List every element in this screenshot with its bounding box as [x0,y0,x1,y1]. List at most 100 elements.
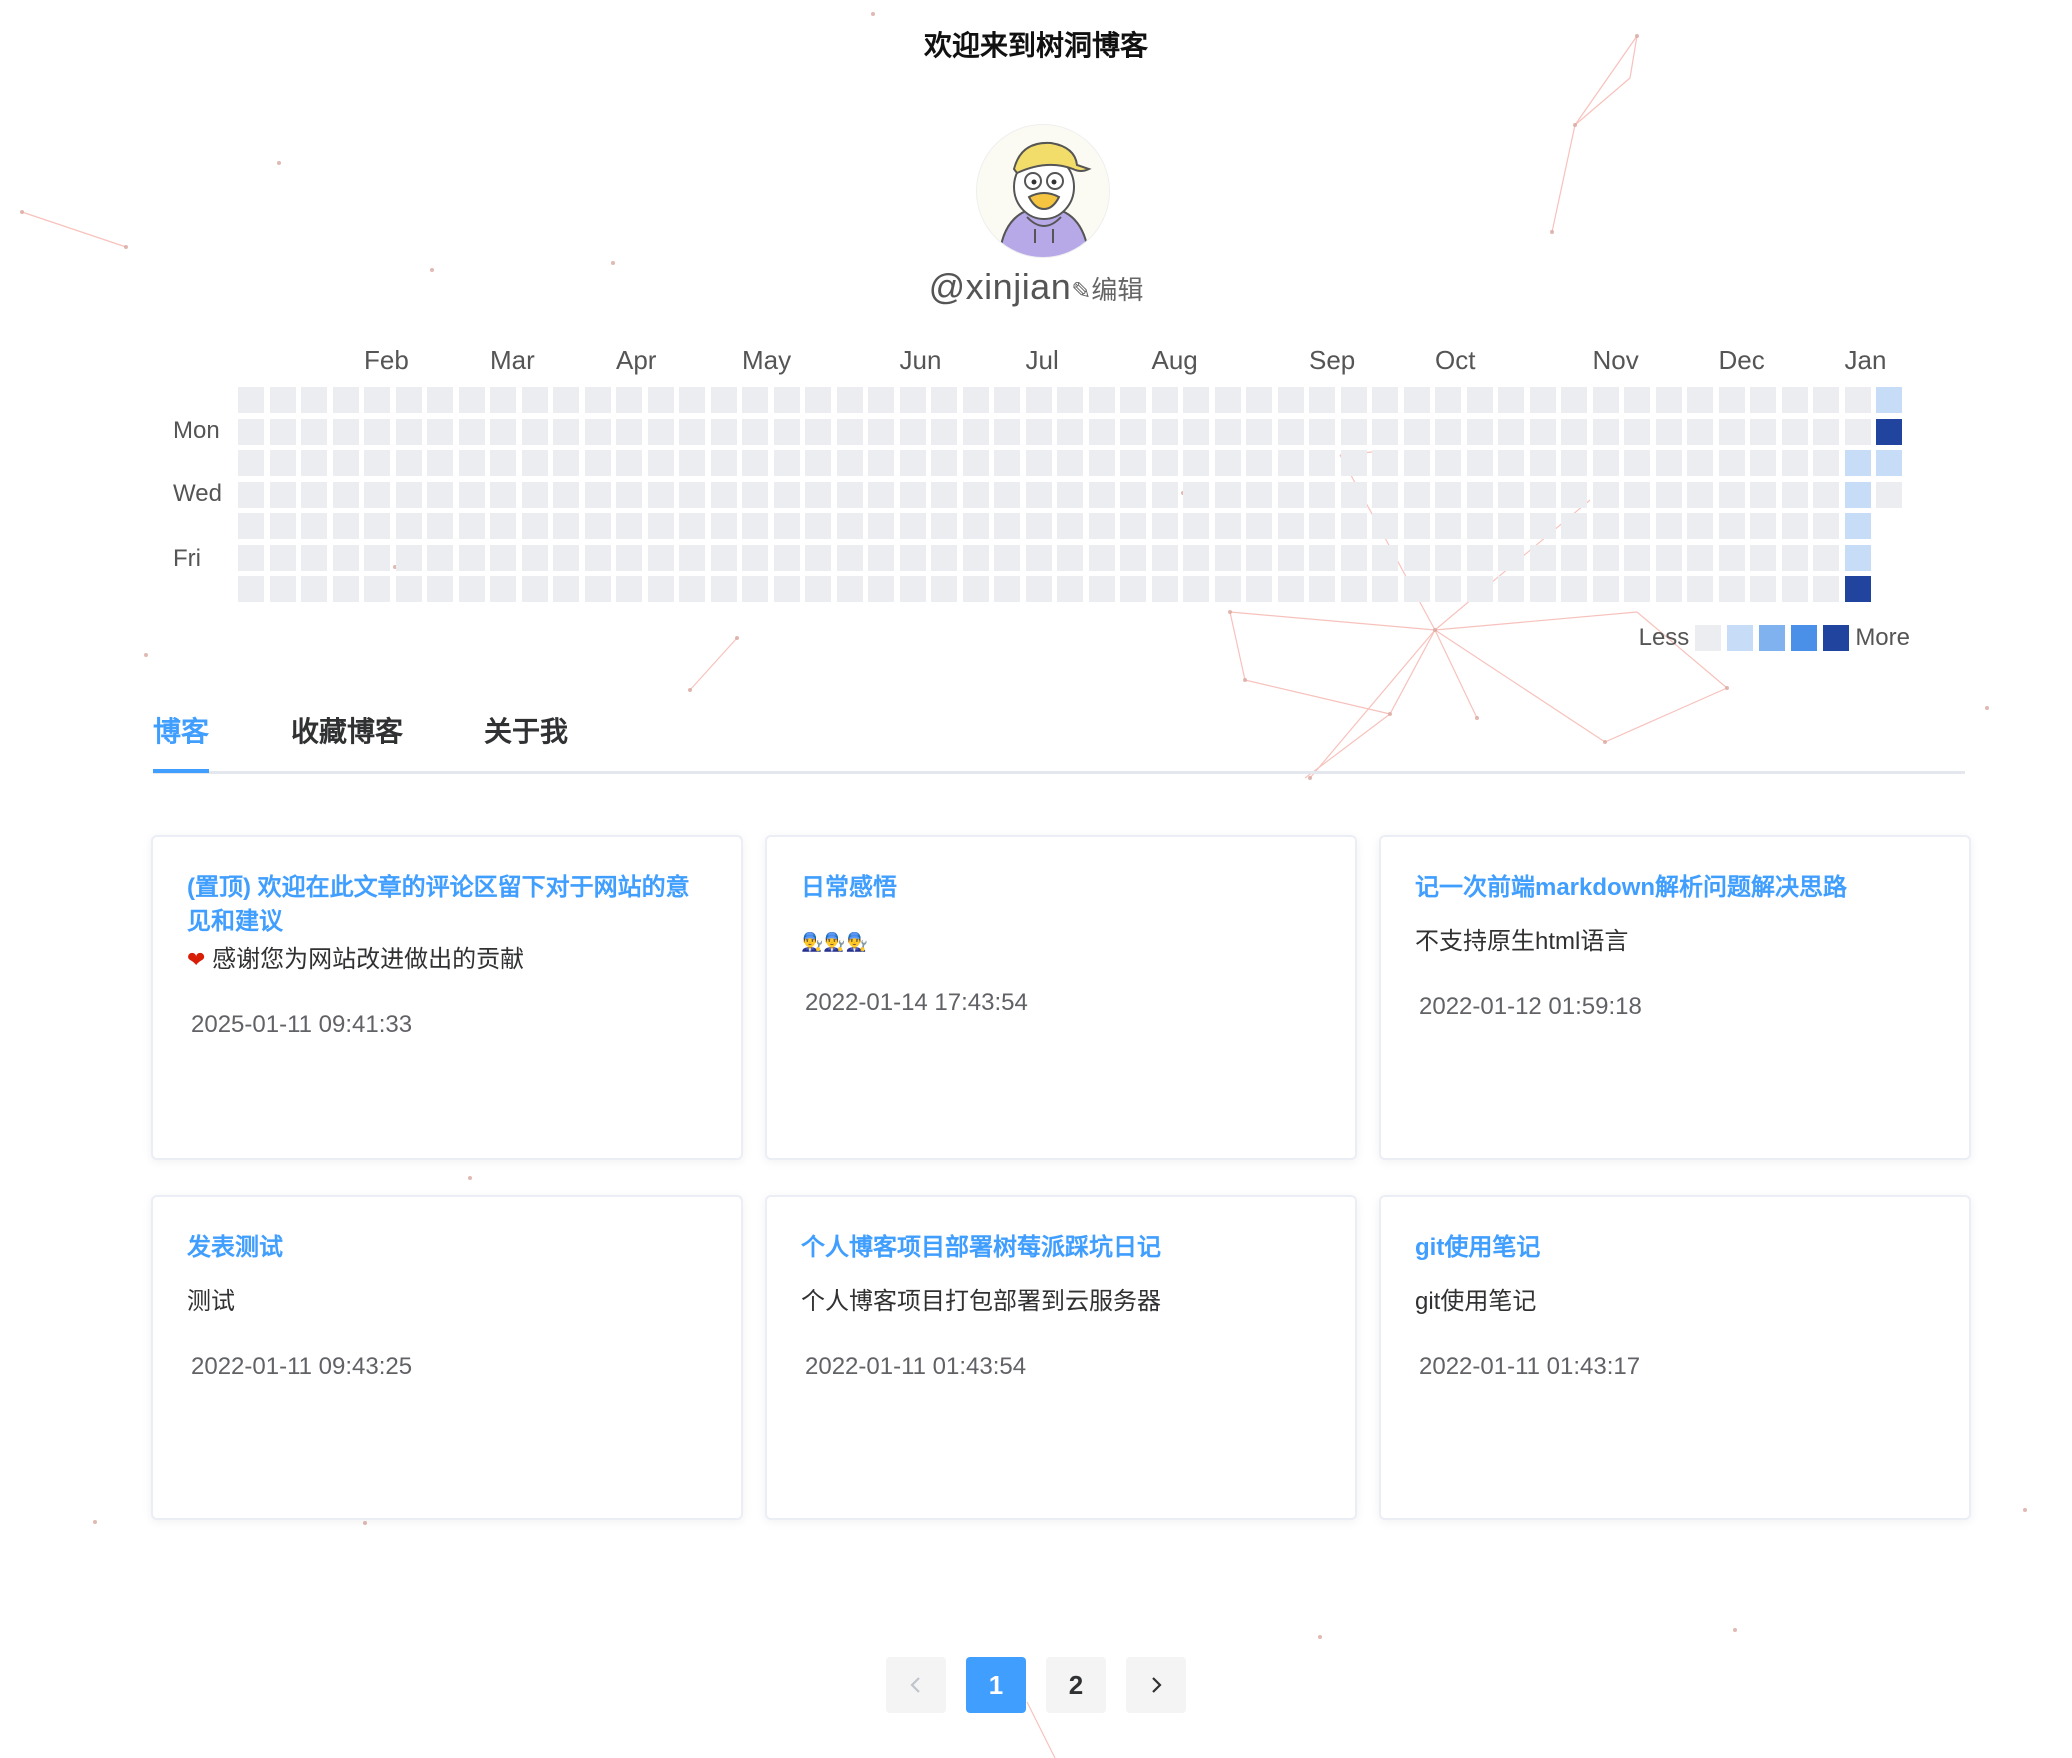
post-card[interactable]: 发表测试 测试 2022-01-11 09:43:25 [151,1195,743,1520]
legend-swatch [1759,625,1786,651]
heatmap-cell [1844,576,1871,602]
heatmap-cell [1435,418,1461,445]
edit-profile-link[interactable]: 编辑 [1091,275,1143,305]
heatmap-cell [1435,450,1461,476]
heatmap-cell [1403,513,1430,539]
heatmap-cell [1403,387,1430,413]
heatmap-cell [364,481,390,508]
heatmap-cell [1088,544,1115,571]
post-card[interactable]: 记一次前端markdown解析问题解决思路 不支持原生html语言 2022-0… [1379,835,1971,1160]
tab-favorites[interactable]: 收藏博客 [291,710,403,766]
heatmap-cell [994,513,1020,539]
heatmap-cell [458,481,485,508]
heatmap-cell [1057,387,1083,413]
heatmap-cell [679,513,705,539]
heatmap-cell [1844,450,1871,476]
heatmap-cell [616,418,642,445]
pagination: 1 2 [0,1657,2072,1713]
heatmap-cell [1120,387,1146,413]
post-summary: 个人博客项目打包部署到云服务器 [801,1288,1161,1315]
legend-swatch [1791,625,1818,651]
heatmap-cell [1718,513,1745,539]
heatmap-cell [1214,544,1241,571]
heatmap-cell [427,387,453,413]
post-title[interactable]: git使用笔记 [1415,1231,1935,1265]
heatmap-cell [301,544,327,571]
heatmap-cell [1718,387,1745,413]
month-label: Apr [616,345,657,375]
post-date: 2022-01-11 01:43:17 [1419,1353,1641,1380]
heatmap-cell [710,387,737,413]
avatar[interactable] [976,124,1110,258]
post-title[interactable]: 日常感悟 [801,871,1321,905]
heatmap-cell [836,387,863,413]
heatmap-cell [521,576,548,602]
heatmap-cell [1277,450,1304,476]
heatmap-cell [899,418,926,445]
heatmap-cell [1718,576,1745,602]
heatmap-cell [1781,450,1808,476]
heatmap-cell [647,481,674,508]
page-button-1[interactable]: 1 [966,1657,1026,1713]
heatmap-cell [458,576,485,602]
heatmap-cell [269,481,296,508]
heatmap-cell [1466,544,1493,571]
heatmap-cell [1025,418,1052,445]
heatmap-cell [868,576,894,602]
heatmap-cell [1781,481,1808,508]
heatmap-cell [490,513,516,539]
heatmap-cell [1781,513,1808,539]
heatmap-cell [1340,387,1367,413]
post-card[interactable]: 日常感悟 👨‍🔧👨‍🔧👨‍🔧 2022-01-14 17:43:54 [765,835,1357,1160]
heatmap-cell [647,513,674,539]
heatmap-cell [553,387,579,413]
month-label: Dec [1718,345,1765,375]
page-button-2[interactable]: 2 [1046,1657,1106,1713]
day-label-wed: Wed [173,480,222,507]
heatmap-cell [616,544,642,571]
heatmap-cell [1435,576,1461,602]
month-label: Sep [1309,345,1356,375]
tab-about[interactable]: 关于我 [484,710,568,766]
heatmap-cell [1655,450,1682,476]
heatmap-cell [1151,513,1178,539]
heatmap-cell [269,544,296,571]
heatmap-cell [1655,513,1682,539]
heatmap-cell [1088,450,1115,476]
heatmap-cell [1718,481,1745,508]
heatmap-cell [710,481,737,508]
legend-less-label: Less [1638,624,1690,651]
heatmap-cell [1655,387,1682,413]
heatmap-cell [584,418,611,445]
post-card[interactable]: (置顶) 欢迎在此文章的评论区留下对于网站的意见和建议 ❤ 感谢您为网站改进做出… [151,835,743,1160]
heatmap-cell [364,513,390,539]
month-label: Jun [899,345,942,375]
heatmap-cell [269,450,296,476]
prev-page-button[interactable] [886,1657,946,1713]
post-date: 2025-01-11 09:41:33 [191,1011,413,1038]
next-page-button[interactable] [1126,1657,1186,1713]
heatmap-cell [1277,544,1304,571]
post-title[interactable]: 发表测试 [187,1231,707,1265]
heatmap-cell [836,576,863,602]
post-title[interactable]: 个人博客项目部署树莓派踩坑日记 [801,1231,1321,1265]
heatmap-cell [1088,481,1115,508]
post-title[interactable]: (置顶) 欢迎在此文章的评论区留下对于网站的意见和建议 [187,871,707,939]
heatmap-cell [1466,481,1493,508]
heatmap-cell [1246,450,1272,476]
tab-blog[interactable]: 博客 [153,710,209,766]
heatmap-cell [364,418,390,445]
day-label-fri: Fri [173,545,201,572]
post-title[interactable]: 记一次前端markdown解析问题解决思路 [1415,871,1935,905]
heatmap-cell [1876,450,1902,476]
heatmap-cell [490,418,516,445]
heatmap-cell [1655,576,1682,602]
heatmap-cell [332,387,359,413]
month-label: Aug [1151,345,1198,375]
post-card[interactable]: 个人博客项目部署树莓派踩坑日记 个人博客项目打包部署到云服务器 2022-01-… [765,1195,1357,1520]
heatmap-cell [1246,387,1272,413]
pencil-icon[interactable]: ✎ [1071,278,1091,305]
post-card[interactable]: git使用笔记 git使用笔记 2022-01-11 01:43:17 [1379,1195,1971,1520]
heatmap-cell [1120,576,1146,602]
heatmap-cell [1624,576,1650,602]
